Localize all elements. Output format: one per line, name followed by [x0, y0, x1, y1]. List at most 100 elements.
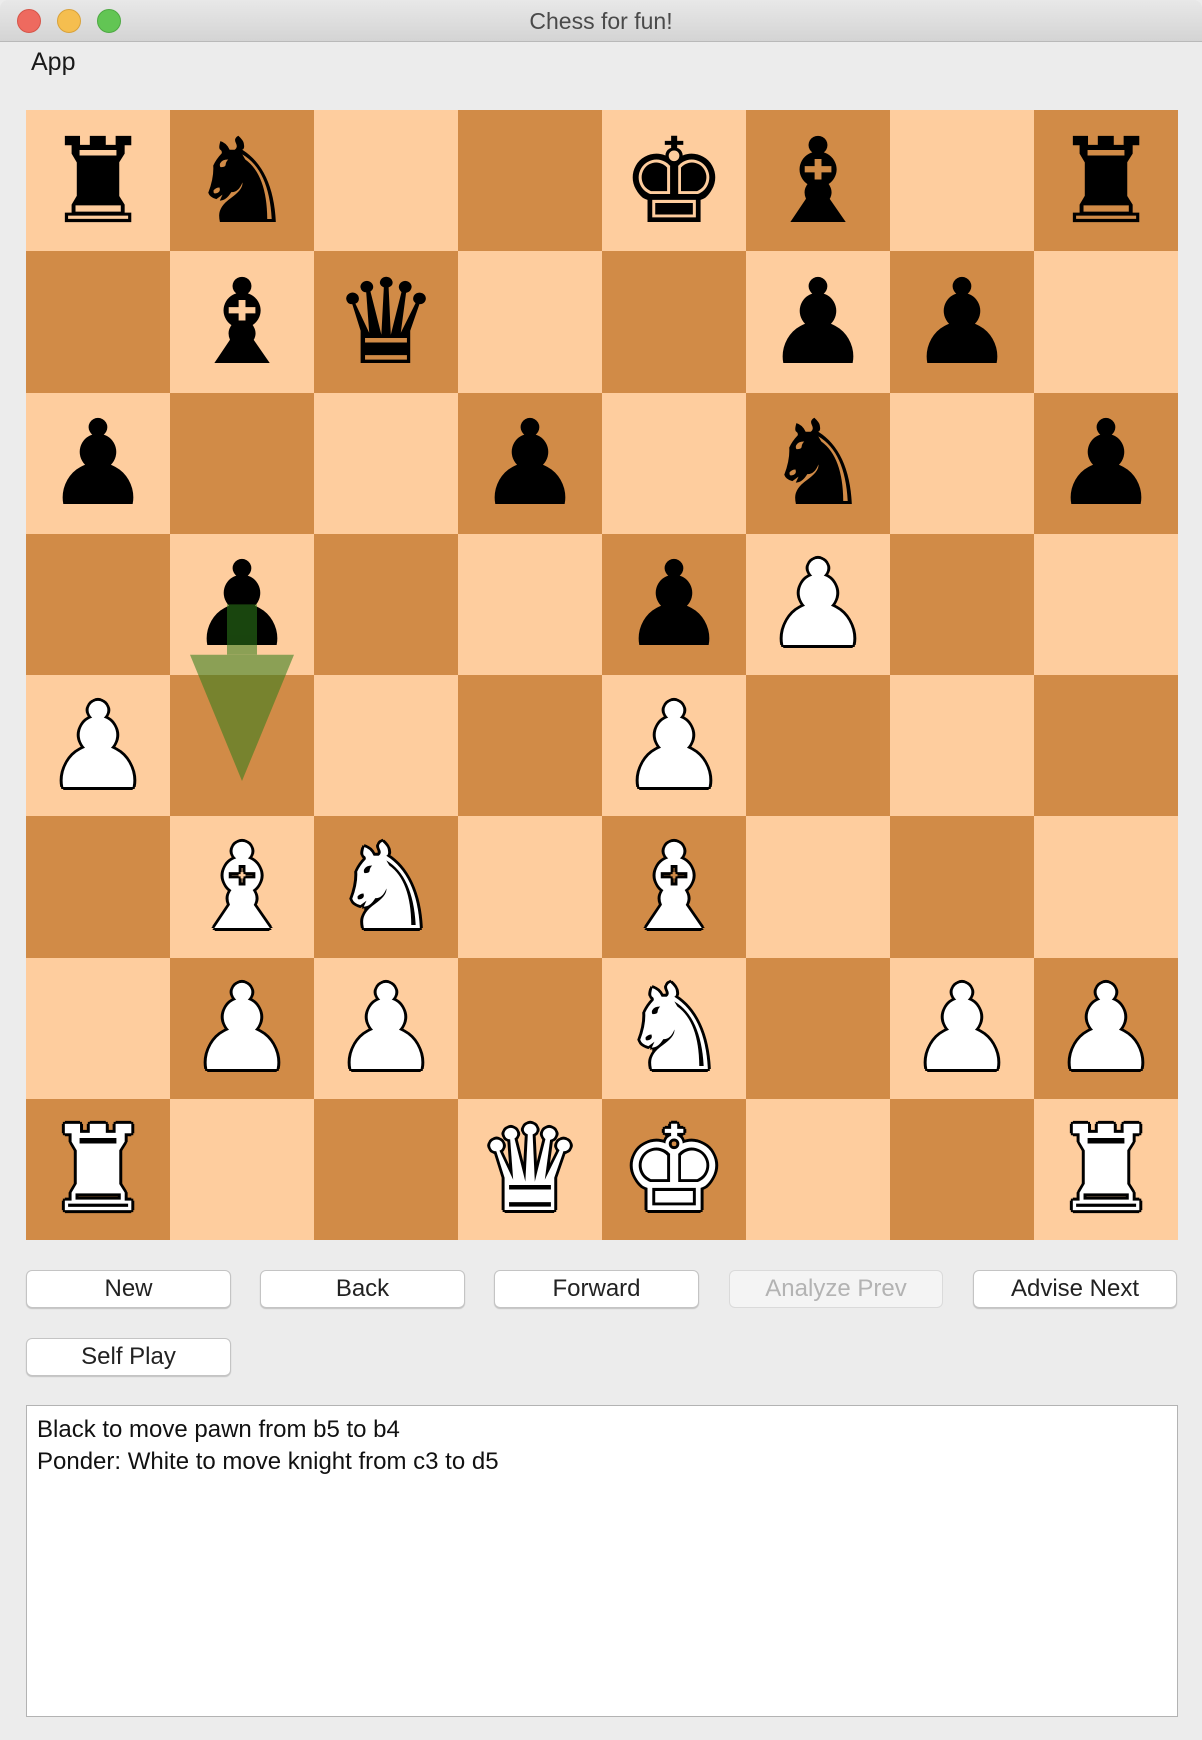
square-g6[interactable]: [890, 392, 1034, 534]
square-e2[interactable]: ♞: [602, 957, 746, 1099]
square-d1[interactable]: ♛: [458, 1098, 602, 1240]
square-h2[interactable]: ♟: [1034, 957, 1178, 1099]
square-h1[interactable]: ♜: [1034, 1098, 1178, 1240]
chess-board[interactable]: ♜ ♞ ♚ ♝ ♜ ♝ ♛ ♟ ♟ ♟ ♟ ♞ ♟ ♟ ♟ ♟ ♟ ♟ ♝ ♞ ♝ ♟ ♟ ♞ ♟ ♟ ♜ ♛ ♚ ♜: [26, 110, 1178, 1240]
square-c2[interactable]: ♟: [314, 957, 458, 1099]
square-f7[interactable]: ♟: [746, 251, 890, 393]
square-h8[interactable]: ♜: [1034, 110, 1178, 252]
square-d7[interactable]: [458, 251, 602, 393]
square-g2[interactable]: ♟: [890, 957, 1034, 1099]
square-a3[interactable]: [26, 816, 170, 958]
black-pawn-icon[interactable]: ♟: [1053, 404, 1159, 522]
square-e5[interactable]: ♟: [602, 533, 746, 675]
square-c7[interactable]: ♛: [314, 251, 458, 393]
square-c6[interactable]: [314, 392, 458, 534]
square-c4[interactable]: [314, 675, 458, 817]
square-a1[interactable]: ♜: [26, 1098, 170, 1240]
new-button[interactable]: New: [26, 1270, 231, 1308]
square-a4[interactable]: ♟: [26, 675, 170, 817]
white-pawn-icon[interactable]: ♟: [765, 545, 871, 663]
square-e6[interactable]: [602, 392, 746, 534]
square-b2[interactable]: ♟: [170, 957, 314, 1099]
square-b6[interactable]: [170, 392, 314, 534]
white-bishop-icon[interactable]: ♝: [189, 828, 295, 946]
square-c5[interactable]: [314, 533, 458, 675]
square-h6[interactable]: ♟: [1034, 392, 1178, 534]
square-b4[interactable]: [170, 675, 314, 817]
black-pawn-icon[interactable]: ♟: [45, 404, 151, 522]
black-knight-icon[interactable]: ♞: [189, 122, 295, 240]
black-king-icon[interactable]: ♚: [621, 122, 727, 240]
square-f1[interactable]: [746, 1098, 890, 1240]
black-pawn-icon[interactable]: ♟: [189, 545, 295, 663]
white-pawn-icon[interactable]: ♟: [333, 969, 439, 1087]
square-g4[interactable]: [890, 675, 1034, 817]
square-b3[interactable]: ♝: [170, 816, 314, 958]
white-pawn-icon[interactable]: ♟: [621, 687, 727, 805]
square-a2[interactable]: [26, 957, 170, 1099]
square-e3[interactable]: ♝: [602, 816, 746, 958]
white-queen-icon[interactable]: ♛: [477, 1110, 583, 1228]
square-a5[interactable]: [26, 533, 170, 675]
square-b7[interactable]: ♝: [170, 251, 314, 393]
square-g7[interactable]: ♟: [890, 251, 1034, 393]
move-log-textarea[interactable]: Black to move pawn from b5 to b4 Ponder:…: [26, 1405, 1178, 1717]
square-d5[interactable]: [458, 533, 602, 675]
white-pawn-icon[interactable]: ♟: [1053, 969, 1159, 1087]
white-pawn-icon[interactable]: ♟: [45, 687, 151, 805]
black-pawn-icon[interactable]: ♟: [765, 263, 871, 381]
square-g3[interactable]: [890, 816, 1034, 958]
self-play-button[interactable]: Self Play: [26, 1338, 231, 1376]
back-button[interactable]: Back: [260, 1270, 465, 1308]
square-d4[interactable]: [458, 675, 602, 817]
advise-next-button[interactable]: Advise Next: [973, 1270, 1177, 1308]
black-rook-icon[interactable]: ♜: [1053, 122, 1159, 240]
white-pawn-icon[interactable]: ♟: [909, 969, 1015, 1087]
white-pawn-icon[interactable]: ♟: [189, 969, 295, 1087]
white-bishop-icon[interactable]: ♝: [621, 828, 727, 946]
black-bishop-icon[interactable]: ♝: [765, 122, 871, 240]
black-pawn-icon[interactable]: ♟: [909, 263, 1015, 381]
square-b8[interactable]: ♞: [170, 110, 314, 252]
black-bishop-icon[interactable]: ♝: [189, 263, 295, 381]
menu-app[interactable]: App: [31, 48, 75, 77]
white-knight-icon[interactable]: ♞: [621, 969, 727, 1087]
square-g1[interactable]: [890, 1098, 1034, 1240]
square-d3[interactable]: [458, 816, 602, 958]
forward-button[interactable]: Forward: [494, 1270, 699, 1308]
square-c8[interactable]: [314, 110, 458, 252]
square-e8[interactable]: ♚: [602, 110, 746, 252]
black-queen-icon[interactable]: ♛: [333, 263, 439, 381]
square-a7[interactable]: [26, 251, 170, 393]
white-knight-icon[interactable]: ♞: [333, 828, 439, 946]
square-h5[interactable]: [1034, 533, 1178, 675]
square-e1[interactable]: ♚: [602, 1098, 746, 1240]
white-rook-icon[interactable]: ♜: [45, 1110, 151, 1228]
square-c3[interactable]: ♞: [314, 816, 458, 958]
square-a8[interactable]: ♜: [26, 110, 170, 252]
square-e7[interactable]: [602, 251, 746, 393]
square-f5[interactable]: ♟: [746, 533, 890, 675]
white-king-icon[interactable]: ♚: [621, 1110, 727, 1228]
black-pawn-icon[interactable]: ♟: [477, 404, 583, 522]
square-f8[interactable]: ♝: [746, 110, 890, 252]
black-rook-icon[interactable]: ♜: [45, 122, 151, 240]
square-b5[interactable]: ♟: [170, 533, 314, 675]
square-h4[interactable]: [1034, 675, 1178, 817]
square-g5[interactable]: [890, 533, 1034, 675]
square-h3[interactable]: [1034, 816, 1178, 958]
square-h7[interactable]: [1034, 251, 1178, 393]
black-pawn-icon[interactable]: ♟: [621, 545, 727, 663]
square-b1[interactable]: [170, 1098, 314, 1240]
black-knight-icon[interactable]: ♞: [765, 404, 871, 522]
square-g8[interactable]: [890, 110, 1034, 252]
square-d6[interactable]: ♟: [458, 392, 602, 534]
square-e4[interactable]: ♟: [602, 675, 746, 817]
square-f3[interactable]: [746, 816, 890, 958]
square-f6[interactable]: ♞: [746, 392, 890, 534]
white-rook-icon[interactable]: ♜: [1053, 1110, 1159, 1228]
analyze-prev-button[interactable]: Analyze Prev: [729, 1270, 943, 1308]
square-d2[interactable]: [458, 957, 602, 1099]
square-a6[interactable]: ♟: [26, 392, 170, 534]
square-f4[interactable]: [746, 675, 890, 817]
